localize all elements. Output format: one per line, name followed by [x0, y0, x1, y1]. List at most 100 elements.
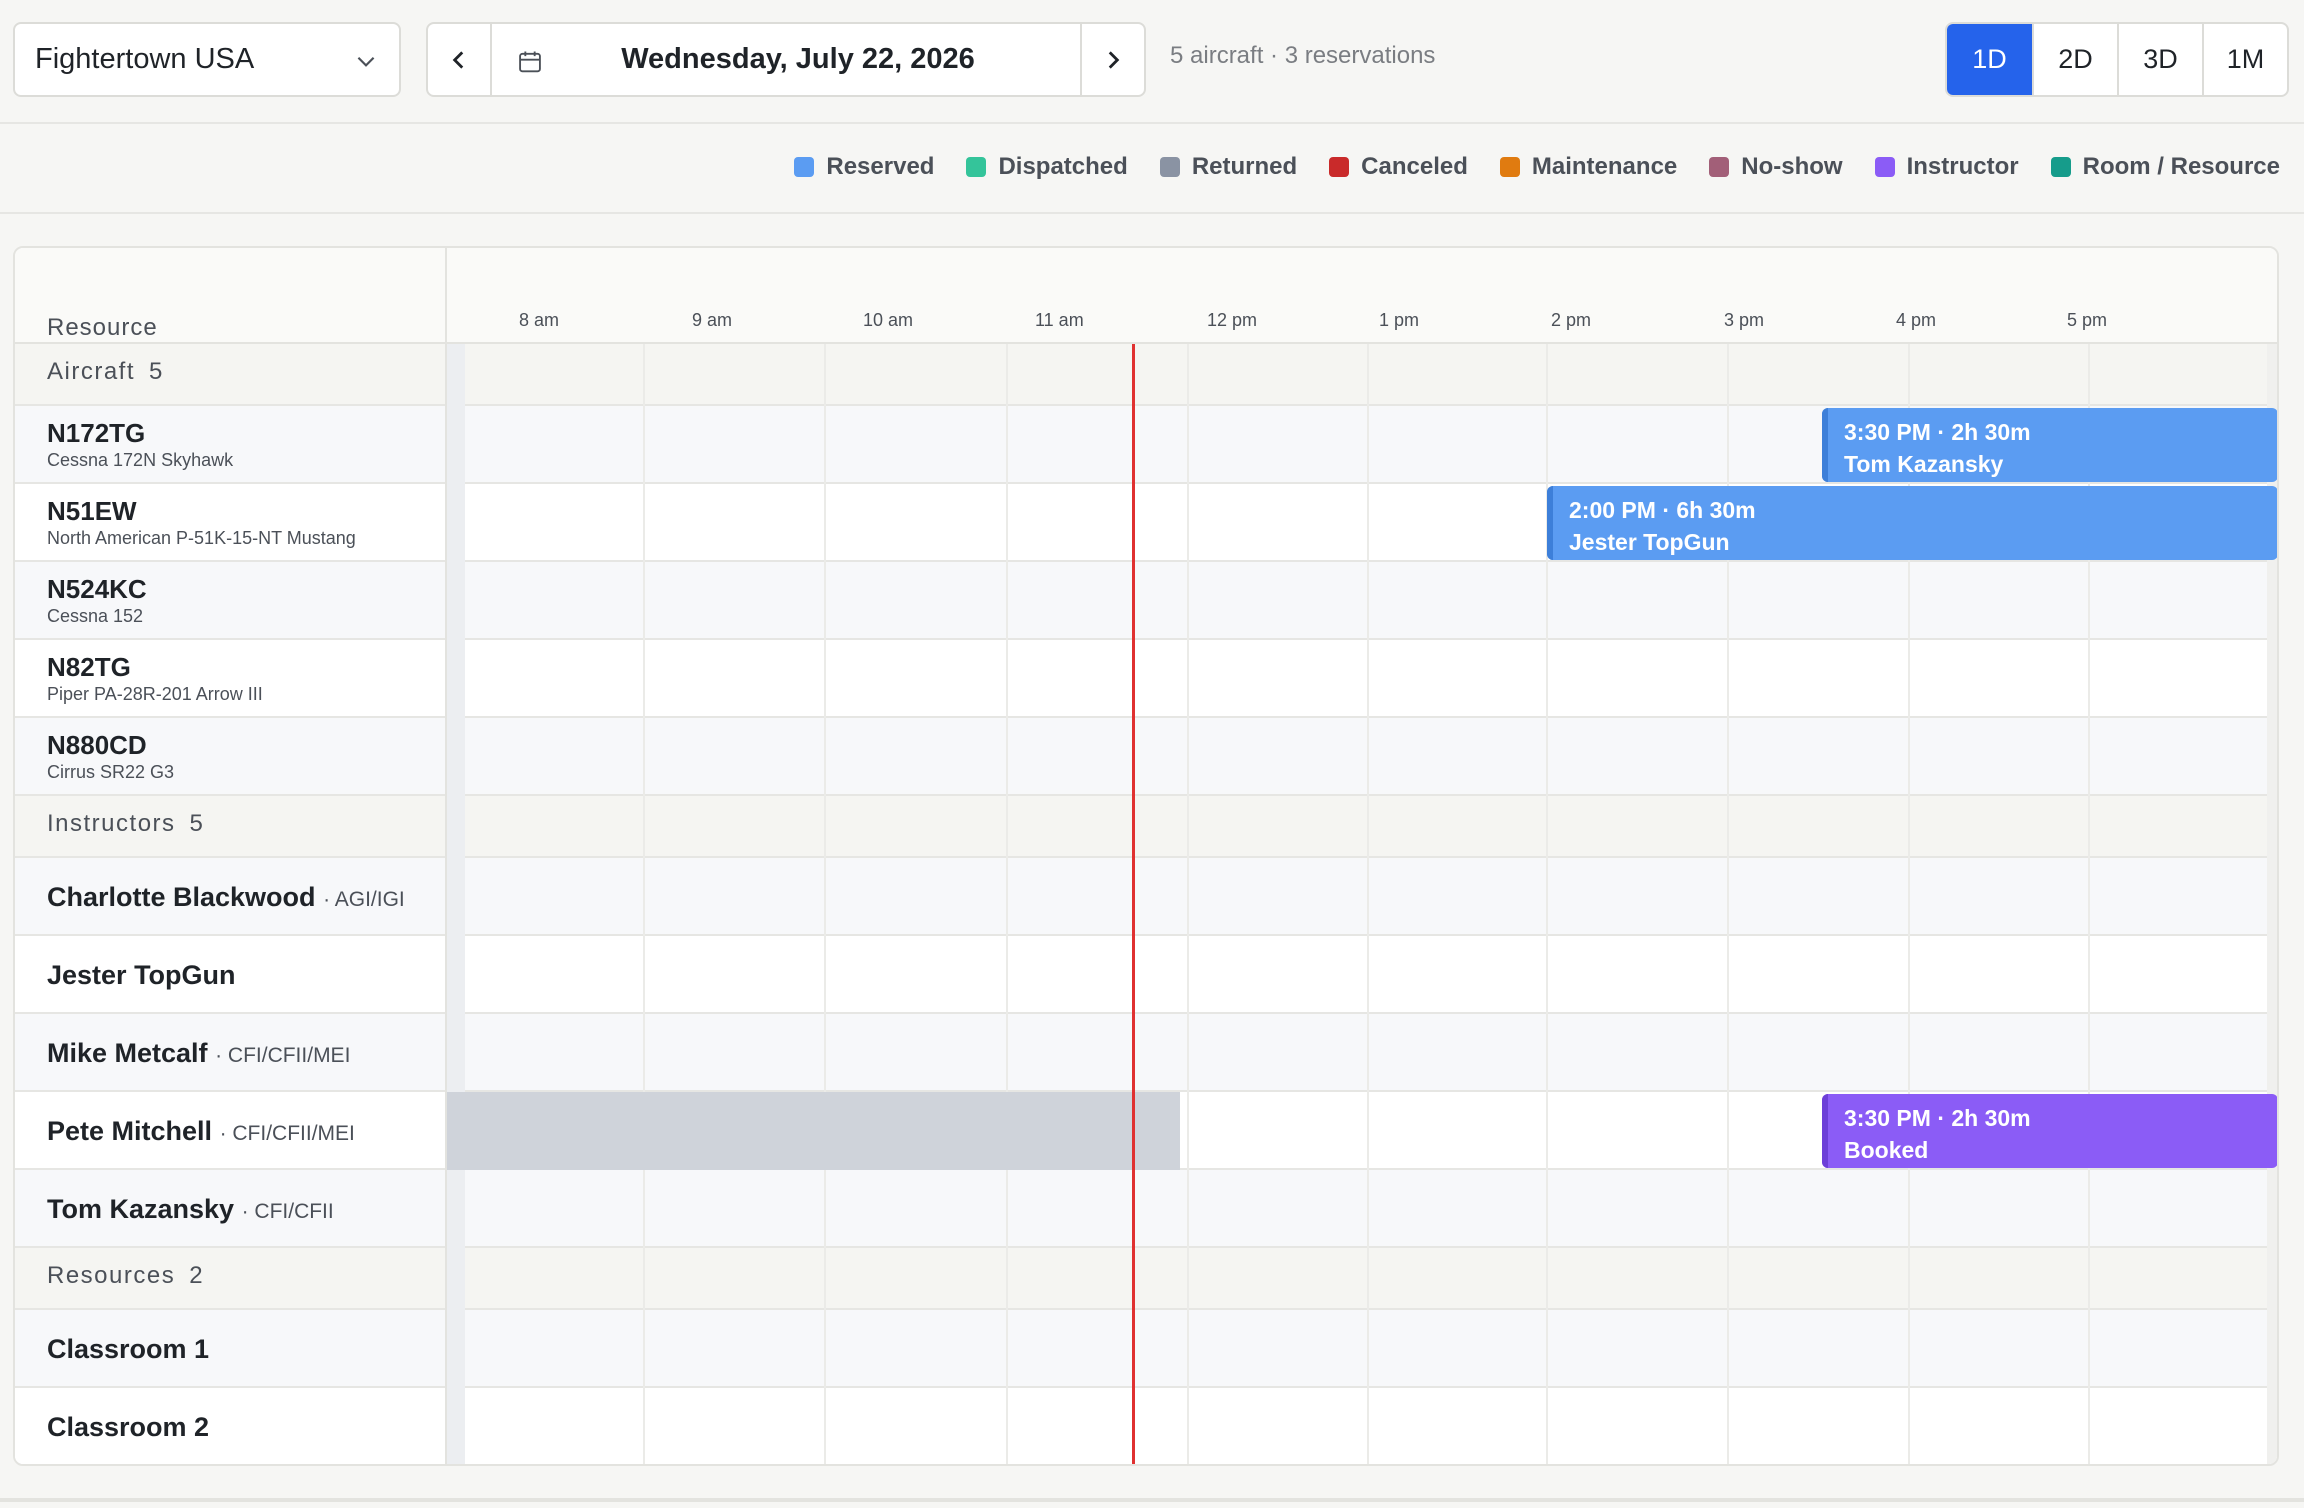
- legend-item-reserved: Reserved: [794, 153, 934, 181]
- group-count: 5: [189, 810, 203, 837]
- current-date: Wednesday, July 22, 2026: [621, 43, 975, 75]
- schedule-summary: 5 aircraft · 3 reservations: [1170, 42, 1436, 69]
- group-header-aircraft: Aircraft 5: [15, 344, 2277, 406]
- chevron-left-icon: [452, 50, 464, 69]
- legend-swatch: [2050, 157, 2071, 177]
- aircraft-row-n524kc[interactable]: N524KC Cessna 152: [15, 562, 2277, 640]
- instructor-cert: · CFI/CFII/MEI: [219, 1122, 355, 1145]
- legend-item-room-resource: Room / Resource: [2050, 153, 2280, 181]
- instructor-cert: · CFI/CFII/MEI: [215, 1044, 351, 1067]
- location-select-value: Fightertown USA: [35, 43, 255, 75]
- booking-time: 3:30 PM · 2h 30m: [1844, 1105, 2031, 1131]
- chevron-right-icon: [1108, 50, 1120, 69]
- reservation-pilot: Jester TopGun: [1569, 529, 1730, 555]
- hour-label: 9 am: [692, 310, 733, 330]
- view-3d-button[interactable]: 3D: [2117, 24, 2202, 95]
- hour-label: 4 pm: [1896, 310, 1937, 330]
- reservation-block[interactable]: 2:00 PM · 6h 30m Jester TopGun: [1547, 486, 2277, 560]
- group-label: Resources 2: [47, 1262, 203, 1289]
- hour-gridline: [1187, 344, 1189, 1464]
- hour-label: 5 pm: [2067, 310, 2108, 330]
- aircraft-row-n880cd[interactable]: N880CD Cirrus SR22 G3: [15, 718, 2277, 796]
- resource-column-divider: [445, 248, 447, 1464]
- aircraft-tail: N82TG: [47, 652, 131, 682]
- hour-label: 1 pm: [1379, 310, 1420, 330]
- legend-swatch: [1874, 157, 1895, 177]
- instructor-row-tom-kazansky[interactable]: Tom Kazansky · CFI/CFII: [15, 1170, 2277, 1248]
- instructor-row-jester-topgun[interactable]: Jester TopGun: [15, 936, 2277, 1014]
- hour-gridline: [1367, 344, 1369, 1464]
- legend-swatch: [1329, 157, 1350, 177]
- grid-header: Resource 8 am 9 am 10 am 11 am 12 pm 1 p…: [15, 248, 2277, 344]
- reservation-pilot: Tom Kazansky: [1844, 451, 2004, 477]
- resource-row-classroom-2[interactable]: Classroom 2: [15, 1388, 2277, 1464]
- hour-label: 11 am: [1035, 310, 1084, 330]
- legend-item-maintenance: Maintenance: [1499, 153, 1677, 181]
- timeline-gutter: [447, 344, 465, 1464]
- aircraft-tail: N524KC: [47, 574, 147, 604]
- hour-label: 12 pm: [1207, 310, 1258, 330]
- status-legend: Reserved Dispatched Returned Canceled Ma…: [762, 150, 2280, 184]
- instructor-name: Pete Mitchell · CFI/CFII/MEI: [47, 1116, 355, 1146]
- group-label: Instructors 5: [47, 810, 203, 837]
- hour-gridline: [1006, 344, 1008, 1464]
- reservation-time: 3:30 PM · 2h 30m: [1844, 419, 2031, 445]
- date-navigator: Wednesday, July 22, 2026: [426, 22, 1146, 97]
- instructor-name: Tom Kazansky · CFI/CFII: [47, 1194, 334, 1224]
- previous-day-button[interactable]: [428, 24, 492, 95]
- resource-name: Classroom 2: [47, 1412, 210, 1442]
- hour-label: 3 pm: [1724, 310, 1765, 330]
- aircraft-tail: N172TG: [47, 418, 146, 448]
- reservation-time: 2:00 PM · 6h 30m: [1569, 497, 1756, 523]
- group-count: 5: [149, 358, 163, 385]
- reservation-block[interactable]: 3:30 PM · 2h 30m Tom Kazansky: [1822, 408, 2277, 482]
- group-header-instructors: Instructors 5: [15, 796, 2277, 858]
- view-1d-button[interactable]: 1D: [1947, 24, 2032, 95]
- location-select[interactable]: Fightertown USA: [13, 22, 401, 97]
- instructor-booking-block[interactable]: 3:30 PM · 2h 30m Booked: [1822, 1094, 2277, 1168]
- group-header-resources: Resources 2: [15, 1248, 2277, 1310]
- calendar-icon: [519, 51, 541, 73]
- hour-label: 2 pm: [1551, 310, 1592, 330]
- legend-swatch: [966, 157, 987, 177]
- hour-label: 8 am: [519, 310, 560, 330]
- schedule-grid: Resource 8 am 9 am 10 am 11 am 12 pm 1 p…: [13, 246, 2279, 1466]
- resource-column-header: Resource: [47, 314, 158, 341]
- booking-label: Booked: [1844, 1137, 1929, 1163]
- legend-item-returned: Returned: [1159, 153, 1297, 181]
- next-day-button[interactable]: [1080, 24, 1144, 95]
- instructor-row-mike-metcalf[interactable]: Mike Metcalf · CFI/CFII/MEI: [15, 1014, 2277, 1092]
- hour-gridline: [643, 344, 645, 1464]
- legend-item-dispatched: Dispatched: [966, 153, 1128, 181]
- chevron-down-icon: [357, 56, 375, 67]
- legend-divider: [0, 212, 2304, 214]
- aircraft-model: Piper PA-28R-201 Arrow III: [47, 684, 263, 704]
- current-time-indicator: [1132, 344, 1135, 1464]
- legend-item-no-show: No-show: [1709, 153, 1843, 181]
- hour-label: 10 am: [863, 310, 914, 330]
- view-1m-button[interactable]: 1M: [2202, 24, 2287, 95]
- legend-swatch: [1499, 157, 1520, 177]
- instructor-cert: · CFI/CFII: [241, 1200, 334, 1223]
- aircraft-model: Cessna 172N Skyhawk: [47, 450, 234, 470]
- date-picker[interactable]: Wednesday, July 22, 2026: [492, 24, 1080, 95]
- aircraft-tail: N51EW: [47, 496, 137, 526]
- view-2d-button[interactable]: 2D: [2032, 24, 2117, 95]
- top-toolbar: Fightertown USA Wednesday, July 22, 2026…: [0, 0, 2304, 124]
- legend-item-canceled: Canceled: [1329, 153, 1468, 181]
- aircraft-tail: N880CD: [47, 730, 147, 760]
- aircraft-model: Cessna 152: [47, 606, 144, 626]
- legend-item-instructor: Instructor: [1874, 153, 2019, 181]
- legend-swatch: [794, 157, 815, 177]
- legend-swatch: [1159, 157, 1180, 177]
- resource-row-classroom-1[interactable]: Classroom 1: [15, 1310, 2277, 1388]
- instructor-name: Mike Metcalf · CFI/CFII/MEI: [47, 1038, 351, 1068]
- hour-gridline: [824, 344, 826, 1464]
- instructor-row-charlotte-blackwood[interactable]: Charlotte Blackwood · AGI/IGI: [15, 858, 2277, 936]
- resource-name: Classroom 1: [47, 1334, 210, 1364]
- instructor-name: Jester TopGun: [47, 960, 236, 990]
- aircraft-model: Cirrus SR22 G3: [47, 762, 175, 782]
- group-count: 2: [189, 1262, 203, 1289]
- aircraft-row-n82tg[interactable]: N82TG Piper PA-28R-201 Arrow III: [15, 640, 2277, 718]
- instructor-name: Charlotte Blackwood · AGI/IGI: [47, 882, 405, 912]
